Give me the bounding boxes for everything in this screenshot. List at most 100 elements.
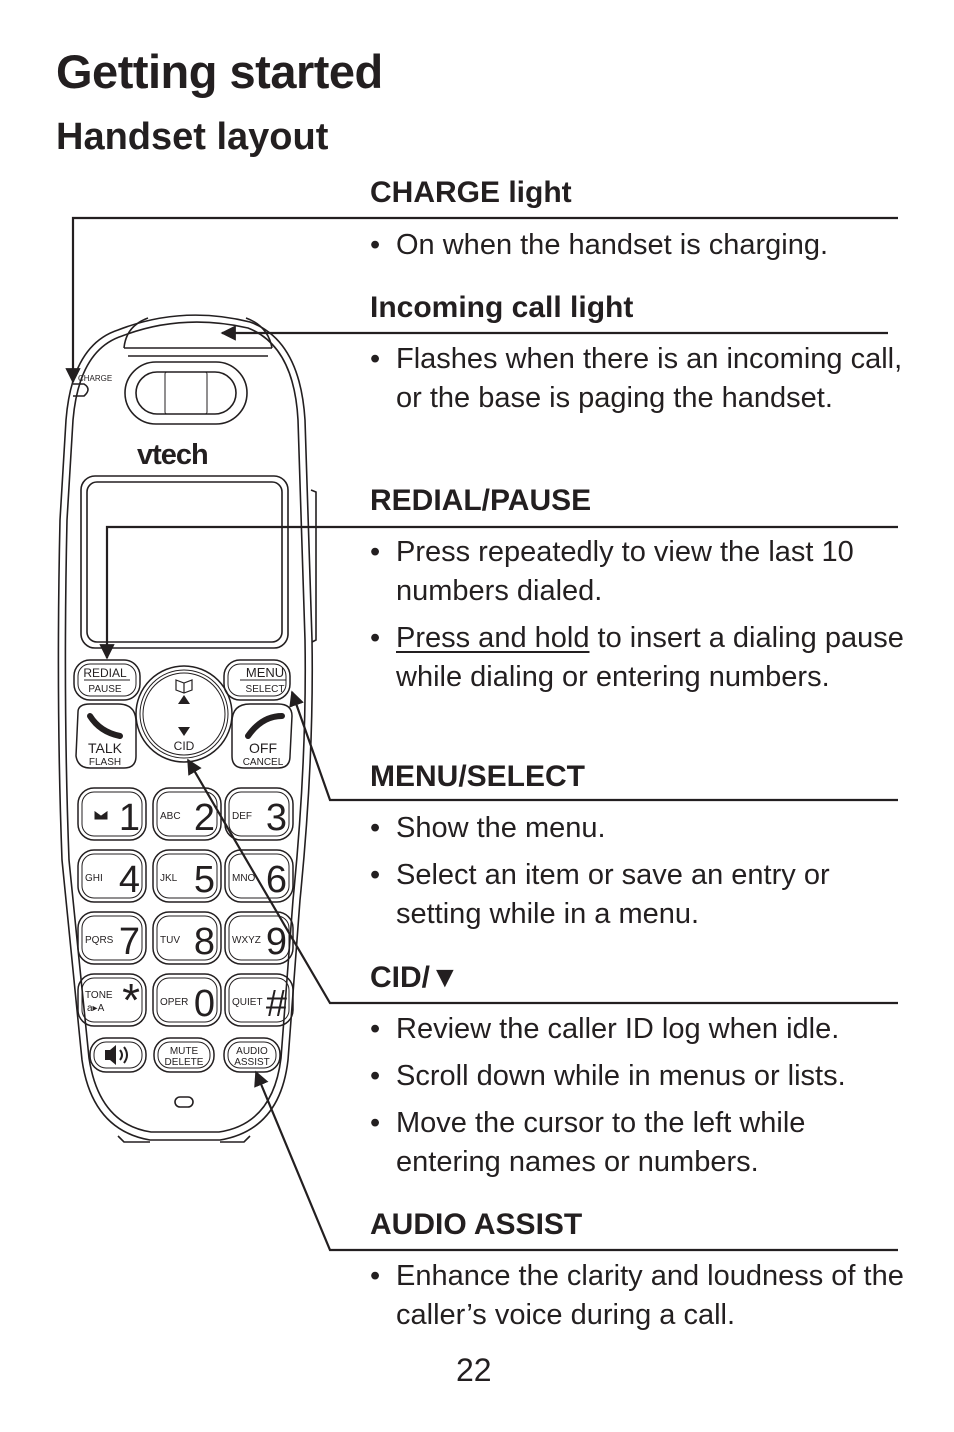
bullet-item: Enhance the clarity and loudness of the … <box>370 1257 910 1335</box>
keypad-key[interactable]: ABC 2 <box>152 787 222 841</box>
feature-heading: CHARGE light <box>370 176 572 209</box>
keypad-key[interactable]: WXYZ 9 <box>224 911 294 965</box>
keypad-key[interactable]: JKL 5 <box>152 849 222 903</box>
feature-heading: REDIAL/PAUSE <box>370 484 592 517</box>
svg-text:ASSIST: ASSIST <box>234 1057 270 1068</box>
key-letters: QUIET <box>232 997 263 1008</box>
bullet-item: Scroll down while in menus or lists. <box>370 1057 910 1096</box>
page-number: 22 <box>456 1352 492 1388</box>
feature-bullets: Enhance the clarity and loudness of the … <box>370 1257 910 1343</box>
key-digit: 2 <box>194 797 215 839</box>
svg-text:MENU: MENU <box>246 665 284 680</box>
keypad-key[interactable]: QUIET # <box>224 973 294 1027</box>
svg-text:TALK: TALK <box>88 740 123 756</box>
key-digit: # <box>266 983 287 1025</box>
bullet-text: On when the handset is charging. <box>396 229 829 261</box>
key-letters: OPER <box>160 997 188 1008</box>
svg-text:REDIAL: REDIAL <box>83 666 127 680</box>
key-digit: 9 <box>266 921 287 963</box>
key-letters: TUV <box>160 935 180 946</box>
bullet-item: Press and hold to insert a dialing pause… <box>370 619 910 697</box>
emphasis-text: Press and hold <box>396 622 590 654</box>
key-digit: 7 <box>119 921 140 963</box>
keypad-key[interactable]: PQRS 7 <box>77 911 147 965</box>
charge-light-label: CHARGE <box>78 374 112 383</box>
feature-bullets: Review the caller ID log when idle. Scrol… <box>370 1010 910 1190</box>
key-letters: JKL <box>160 873 178 884</box>
key-digit: 5 <box>194 859 215 901</box>
speaker-icon <box>105 1045 116 1065</box>
feature-heading: MENU/SELECT <box>370 760 586 793</box>
brand-logo: vtech <box>137 439 208 471</box>
key-letters: MNO <box>232 873 256 884</box>
key-digit: 0 <box>194 983 215 1025</box>
svg-text:DELETE: DELETE <box>165 1057 204 1068</box>
key-digit: 3 <box>266 797 287 839</box>
keypad-key[interactable]: TUV 8 <box>152 911 222 965</box>
audio-assist-button[interactable]: AUDIO ASSIST <box>223 1037 281 1073</box>
feature-heading: CID/▼ <box>370 961 460 994</box>
bullet-text: Select an item or save an entry or setti… <box>396 859 830 930</box>
svg-text:AUDIO: AUDIO <box>236 1046 268 1057</box>
keypad: 1 ABC 2 DEF 3 GHI 4 JKL 5 MNO 6 PQRS 7 TUV 8 WXYZ 9 TONE a… <box>77 787 294 1027</box>
key-letters: TONE <box>85 990 113 1001</box>
bullet-text: Press repeatedly to view the last 10 num… <box>396 536 854 607</box>
svg-text:SELECT: SELECT <box>246 684 285 695</box>
end-call-icon <box>245 713 285 739</box>
up-arrow-icon <box>178 695 190 704</box>
key-letters: GHI <box>85 873 103 884</box>
svg-text:FLASH: FLASH <box>89 757 121 768</box>
speaker-button[interactable] <box>89 1037 147 1073</box>
svg-text:CANCEL: CANCEL <box>243 757 284 768</box>
talk-flash-button[interactable]: TALK FLASH <box>75 703 137 769</box>
bullet-text: Flashes when there is an incoming call, … <box>396 343 903 414</box>
feature-bullets: Press repeatedly to view the last 10 num… <box>370 533 910 705</box>
keypad-key[interactable]: DEF 3 <box>224 787 294 841</box>
navigation-ring[interactable]: CID <box>135 665 233 763</box>
keypad-key[interactable]: 1 <box>77 787 147 841</box>
bullet-item: Show the menu. <box>370 809 910 848</box>
feature-heading: AUDIO ASSIST <box>370 1208 583 1241</box>
keypad-key[interactable]: MNO 6 <box>224 849 294 903</box>
cid-label: CID <box>174 739 195 753</box>
bullet-item: On when the handset is charging. <box>370 226 910 265</box>
key-digit: 1 <box>119 797 140 839</box>
feature-bullets: Show the menu. Select an item or save an … <box>370 809 910 942</box>
feature-bullets: On when the handset is charging. <box>370 226 910 273</box>
key-letters: DEF <box>232 811 252 822</box>
phonebook-icon <box>175 679 193 694</box>
key-sub-label: a▸A <box>87 1003 105 1014</box>
redial-pause-button[interactable]: REDIAL PAUSE <box>73 659 141 701</box>
menu-select-button[interactable]: MENU SELECT <box>223 659 291 701</box>
bullet-text: Review the caller ID log when idle. <box>396 1013 840 1045</box>
key-letters: ABC <box>160 811 181 822</box>
bullet-text: Move the cursor to the left while enteri… <box>396 1107 806 1178</box>
bullet-text: Show the menu. <box>396 812 606 844</box>
svg-text:OFF: OFF <box>249 740 277 756</box>
bullet-item: Review the caller ID log when idle. <box>370 1010 910 1049</box>
bullet-item: Press repeatedly to view the last 10 num… <box>370 533 910 611</box>
keypad-key[interactable]: OPER 0 <box>152 973 222 1027</box>
key-digit: 4 <box>119 859 140 901</box>
bullet-text: Enhance the clarity and loudness of the … <box>396 1260 904 1331</box>
key-letters: WXYZ <box>232 935 261 946</box>
talk-handset-icon <box>87 713 123 739</box>
down-arrow-icon <box>178 727 190 736</box>
svg-text:MUTE: MUTE <box>170 1046 199 1057</box>
bullet-text: Scroll down while in menus or lists. <box>396 1060 846 1092</box>
feature-bullets: Flashes when there is an incoming call, … <box>370 340 910 426</box>
key-letters: PQRS <box>85 935 114 946</box>
voicemail-icon <box>93 809 109 821</box>
keypad-key[interactable]: TONE a▸A * <box>77 973 147 1027</box>
off-cancel-button[interactable]: OFF CANCEL <box>231 703 293 769</box>
keypad-key[interactable]: GHI 4 <box>77 849 147 903</box>
svg-text:PAUSE: PAUSE <box>88 684 121 695</box>
key-digit: 6 <box>266 859 287 901</box>
bullet-item: Move the cursor to the left while enteri… <box>370 1104 910 1182</box>
mute-delete-button[interactable]: MUTE DELETE <box>153 1037 215 1073</box>
bullet-item: Select an item or save an entry or setti… <box>370 856 910 934</box>
bullet-item: Flashes when there is an incoming call, … <box>370 340 910 418</box>
key-digit: 8 <box>194 921 215 963</box>
key-digit: * <box>122 974 140 1026</box>
feature-heading: Incoming call light <box>370 291 634 324</box>
